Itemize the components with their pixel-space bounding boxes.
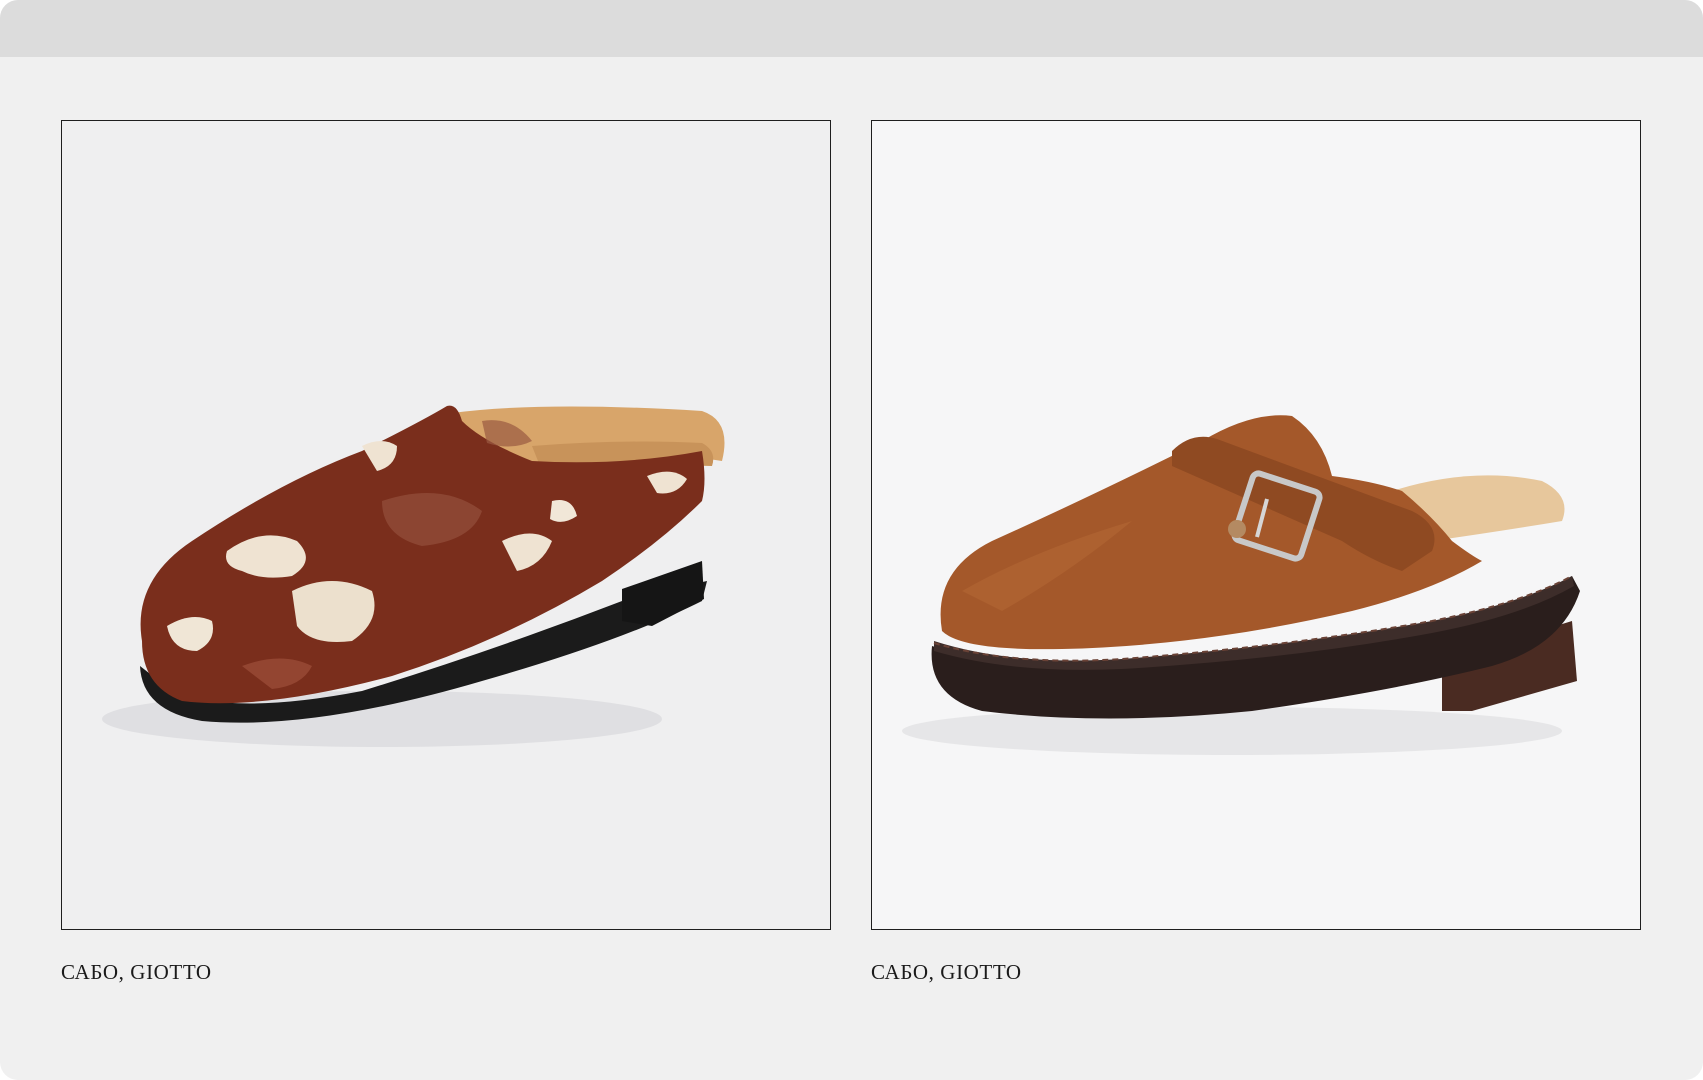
product-caption-2[interactable]: САБО, GIOTTO [871,960,1022,985]
product-caption-1[interactable]: САБО, GIOTTO [61,960,212,985]
window-top-bar [0,0,1703,57]
product-card-2[interactable] [871,120,1641,930]
product-image-suede-buckle-mule[interactable] [872,121,1640,929]
product-card-1[interactable] [61,120,831,930]
product-image-cowhide-mule[interactable] [62,121,830,929]
app-window: САБО, GIOTTO САБО, GIOTTO [0,0,1703,1080]
